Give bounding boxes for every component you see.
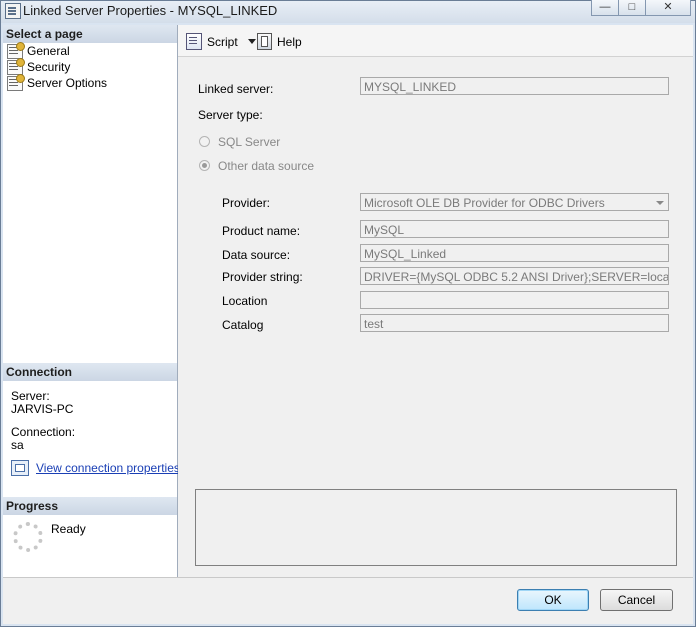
catalog-field[interactable]: test [360,314,669,332]
product-name-field[interactable]: MySQL [360,220,669,238]
chevron-down-icon [656,201,664,205]
minimize-button[interactable]: — [591,0,619,16]
window-title: Linked Server Properties - MYSQL_LINKED [23,3,278,18]
toolbar: Script Help [178,25,693,57]
other-data-source-label: Other data source [218,159,315,173]
progress-status: Ready [51,522,86,536]
provider-combo[interactable]: Microsoft OLE DB Provider for ODBC Drive… [360,193,669,211]
maximize-icon: □ [628,1,636,13]
close-icon: ✕ [663,1,673,13]
title-bar[interactable]: Linked Server Properties - MYSQL_LINKED … [1,0,695,23]
other-data-source-radio[interactable] [199,160,210,171]
server-type-label: Server type: [198,108,263,122]
page-item-server-options[interactable]: Server Options [7,73,108,91]
minimize-icon: — [599,1,611,13]
page-icon [7,41,25,59]
data-source-label: Data source: [222,248,291,262]
page-icon [7,57,25,75]
progress-spinner-icon [13,522,43,552]
dialog-client: Select a page General Security Server Op… [3,25,693,624]
close-button[interactable]: ✕ [645,0,691,16]
provider-string-field[interactable]: DRIVER={MySQL ODBC 5.2 ANSI Driver};SERV… [360,267,669,285]
page-item-security[interactable]: Security [7,57,71,75]
dialog-window: Linked Server Properties - MYSQL_LINKED … [0,0,696,627]
script-button[interactable]: Script [186,33,256,50]
connection-label: Connection: [11,425,76,439]
view-connection-properties-link[interactable]: View connection properties [11,460,180,476]
provider-value: Microsoft OLE DB Provider for ODBC Drive… [364,196,605,210]
page-item-label: General [27,44,70,58]
help-icon [257,33,272,50]
page-icon [7,73,25,91]
help-label: Help [277,34,302,49]
sql-server-label: SQL Server [218,135,281,149]
chevron-down-icon[interactable] [247,39,256,44]
data-source-field[interactable]: MySQL_Linked [360,244,669,262]
connection-value: sa [11,438,24,452]
product-name-label: Product name: [222,224,301,238]
select-page-header: Select a page [3,25,177,43]
server-value: JARVIS-PC [11,402,74,416]
catalog-label: Catalog [222,318,264,332]
location-label: Location [222,294,268,308]
connection-header: Connection [3,363,177,381]
connection-properties-icon [11,460,29,476]
cancel-button[interactable]: Cancel [600,589,673,611]
left-pane: Select a page General Security Server Op… [3,25,180,577]
help-button[interactable]: Help [257,33,302,50]
location-field[interactable] [360,291,669,309]
maximize-button[interactable]: □ [618,0,646,16]
window-controls: — □ ✕ [591,0,691,17]
ok-button[interactable]: OK [517,589,589,611]
progress-header: Progress [3,497,177,515]
page-item-label: Server Options [27,76,108,90]
view-connection-link-text: View connection properties [36,461,180,475]
app-icon [5,3,21,19]
script-label: Script [207,34,238,49]
provider-string-label: Provider string: [222,270,303,284]
server-label: Server: [11,389,50,403]
linked-server-label: Linked server: [198,82,274,96]
dialog-footer: OK Cancel [3,577,693,624]
page-item-label: Security [27,60,71,74]
linked-server-field[interactable]: MYSQL_LINKED [360,77,669,95]
sql-server-radio[interactable] [199,136,210,147]
message-area [195,489,677,566]
page-item-general[interactable]: General [7,41,70,59]
script-icon [186,33,202,50]
provider-label: Provider: [222,196,271,210]
right-pane: Script Help Linked server: MYSQL_LINKED … [178,25,693,577]
